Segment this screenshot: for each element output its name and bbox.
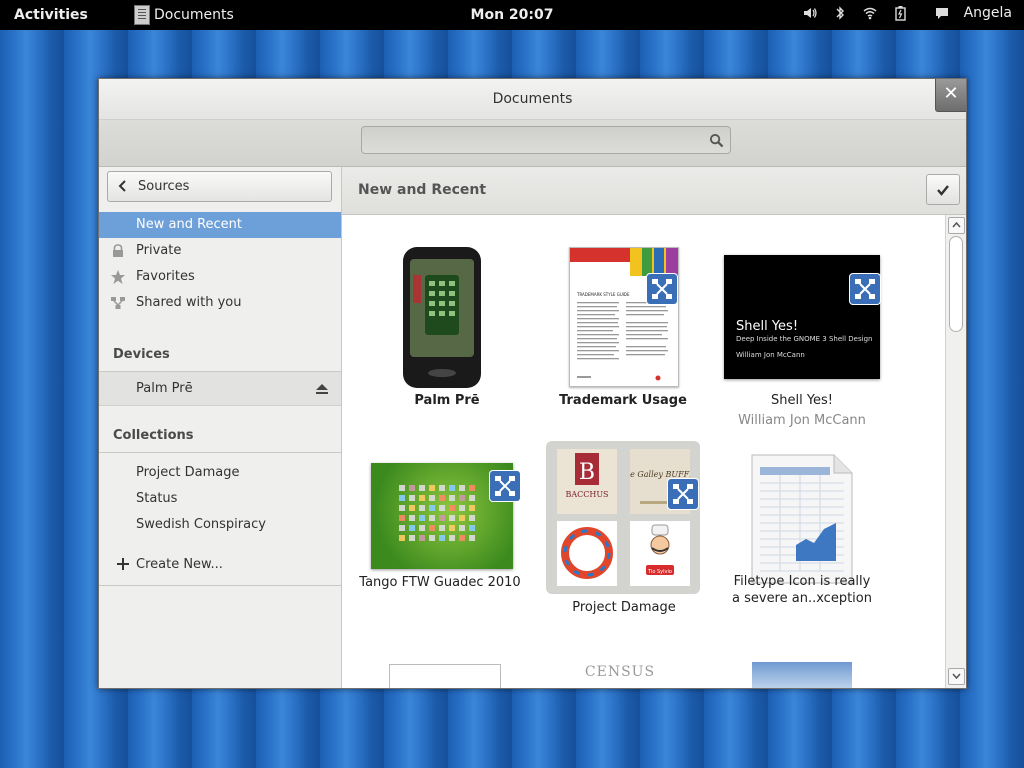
close-icon: ✕	[943, 83, 959, 104]
create-new-collection-button[interactable]: Create New...	[99, 552, 341, 578]
shared-badge-icon	[647, 274, 677, 304]
bacchus-label: BACCHUS	[565, 490, 608, 499]
collection-item-label: Status	[136, 491, 178, 506]
plus-icon	[117, 558, 129, 570]
collection-item-status[interactable]: Status	[99, 486, 341, 512]
search-bar	[99, 120, 966, 167]
scroll-down-button[interactable]	[948, 668, 965, 685]
devices-heading: Devices	[113, 347, 170, 362]
eject-icon[interactable]	[315, 382, 329, 396]
sidebar-item-label: Shared with you	[136, 295, 242, 310]
chevron-left-icon	[118, 179, 128, 197]
activities-button[interactable]: Activities	[14, 7, 88, 23]
document-title-line-2: a severe an..xception	[732, 591, 872, 606]
app-menu[interactable]: Documents	[134, 5, 234, 25]
tio-sylvio-tile: Tio Sylvio	[630, 521, 690, 586]
search-icon	[709, 133, 724, 148]
document-title: Trademark Usage	[559, 393, 687, 408]
sidebar-bottom-divider	[99, 585, 341, 586]
sidebar-item-label: Favorites	[136, 269, 195, 284]
document-item-palm-pre[interactable]: Palm Prē	[369, 245, 525, 410]
slide-heading: Shell Yes!	[736, 319, 799, 334]
collection-item-label: Project Damage	[136, 465, 240, 480]
collection-thumbnail: B BACCHUS The Galley BUFFET	[546, 441, 701, 594]
spreadsheet-thumbnail	[746, 453, 858, 585]
documents-app-icon	[134, 5, 150, 25]
share-icon	[111, 297, 125, 309]
trademark-heading: TRADEMARK STYLE GUIDE	[576, 292, 630, 297]
document-item-partial-census[interactable]: CENSUS	[570, 664, 670, 688]
chat-icon[interactable]	[934, 5, 950, 21]
battery-icon[interactable]	[892, 5, 908, 21]
svg-text:B: B	[579, 460, 595, 485]
collections-divider	[99, 452, 341, 453]
create-new-label: Create New...	[136, 557, 223, 572]
user-menu[interactable]: Angela	[964, 5, 1012, 21]
document-item-trademark-usage[interactable]: TRADEMARK STYLE GUIDE Trademark Usage	[545, 245, 701, 410]
sources-button[interactable]: Sources	[107, 171, 332, 202]
document-title-line-1: Filetype Icon is really	[733, 574, 871, 589]
star-icon	[111, 270, 125, 284]
document-item-shell-yes[interactable]: Shell Yes! Deep Inside the GNOME 3 Shell…	[724, 245, 880, 435]
shared-badge-icon	[850, 274, 880, 304]
document-title: Palm Prē	[414, 393, 480, 408]
census-text: CENSUS	[584, 664, 656, 680]
selection-mode-button[interactable]	[926, 174, 960, 205]
document-item-project-damage[interactable]: B BACCHUS The Galley BUFFET	[546, 441, 702, 631]
sidebar-item-shared[interactable]: Shared with you	[99, 290, 341, 316]
checkmark-icon	[937, 185, 949, 196]
sidebar-item-favorites[interactable]: Favorites	[99, 264, 341, 290]
tio-sylvio-label: Tio Sylvio	[647, 569, 672, 575]
chevron-up-icon	[952, 221, 961, 228]
document-title: Filetype Icon is really a severe an..xce…	[714, 573, 890, 607]
shared-badge-icon	[668, 479, 698, 509]
main-header: New and Recent	[342, 167, 966, 215]
scroll-up-button[interactable]	[948, 217, 965, 234]
status-area: Angela	[802, 5, 1012, 21]
volume-icon[interactable]	[802, 5, 818, 21]
palm-pre-thumbnail	[401, 245, 483, 390]
sources-label: Sources	[138, 179, 190, 194]
sidebar-item-new-and-recent[interactable]: New and Recent	[99, 212, 341, 238]
sidebar-item-label: Private	[136, 243, 182, 258]
collections-heading: Collections	[113, 428, 194, 443]
shared-badge-icon	[490, 471, 520, 501]
window-titlebar[interactable]: Documents	[99, 79, 966, 120]
search-input[interactable]	[361, 126, 731, 154]
view-title: New and Recent	[358, 182, 487, 198]
document-item-tango-ftw[interactable]: Tango FTW Guadec 2010	[359, 460, 521, 630]
bacchus-tile: B BACCHUS	[557, 449, 617, 514]
sidebar-item-private[interactable]: Private	[99, 238, 341, 264]
document-title: Project Damage	[572, 600, 676, 615]
document-item-partial-1[interactable]	[389, 664, 501, 688]
collection-item-project-damage[interactable]: Project Damage	[99, 460, 341, 486]
slide-author: William Jon McCann	[736, 351, 805, 359]
chevron-down-icon	[952, 673, 961, 680]
document-author: William Jon McCann	[738, 413, 866, 428]
document-item-filetype-icon[interactable]: Filetype Icon is really a severe an..xce…	[724, 453, 880, 633]
window-title: Documents	[492, 91, 573, 107]
document-title: Tango FTW Guadec 2010	[359, 575, 521, 590]
collection-item-swedish-conspiracy[interactable]: Swedish Conspiracy	[99, 512, 341, 538]
grid-scrollbar[interactable]	[945, 215, 966, 688]
sidebar-item-label: New and Recent	[136, 217, 243, 232]
documents-grid: Palm Prē TRADEMARK STYLE GUIDE Trademark…	[342, 215, 944, 688]
circle-logo-tile	[557, 521, 617, 586]
document-title: Shell Yes!	[770, 393, 834, 408]
bluetooth-icon[interactable]	[832, 5, 848, 21]
top-bar: Activities Documents Mon 20:07 Angela	[0, 0, 1024, 30]
documents-window: Documents ✕ Sources New and Recent Priva…	[98, 78, 967, 689]
slide-subtitle: Deep Inside the GNOME 3 Shell Design	[736, 335, 873, 343]
galley-label: The Galley BUFFET	[630, 470, 690, 479]
device-label: Palm Prē	[136, 381, 193, 396]
trademark-thumbnail: TRADEMARK STYLE GUIDE	[569, 247, 679, 387]
collection-item-label: Swedish Conspiracy	[136, 517, 266, 532]
scroll-thumb[interactable]	[949, 236, 963, 332]
device-palm-pre[interactable]: Palm Prē	[99, 372, 341, 406]
document-item-partial-3[interactable]	[752, 662, 852, 688]
app-menu-label: Documents	[154, 7, 234, 23]
wifi-icon[interactable]	[862, 5, 878, 21]
close-button[interactable]: ✕	[935, 79, 966, 112]
lock-icon	[113, 244, 123, 257]
